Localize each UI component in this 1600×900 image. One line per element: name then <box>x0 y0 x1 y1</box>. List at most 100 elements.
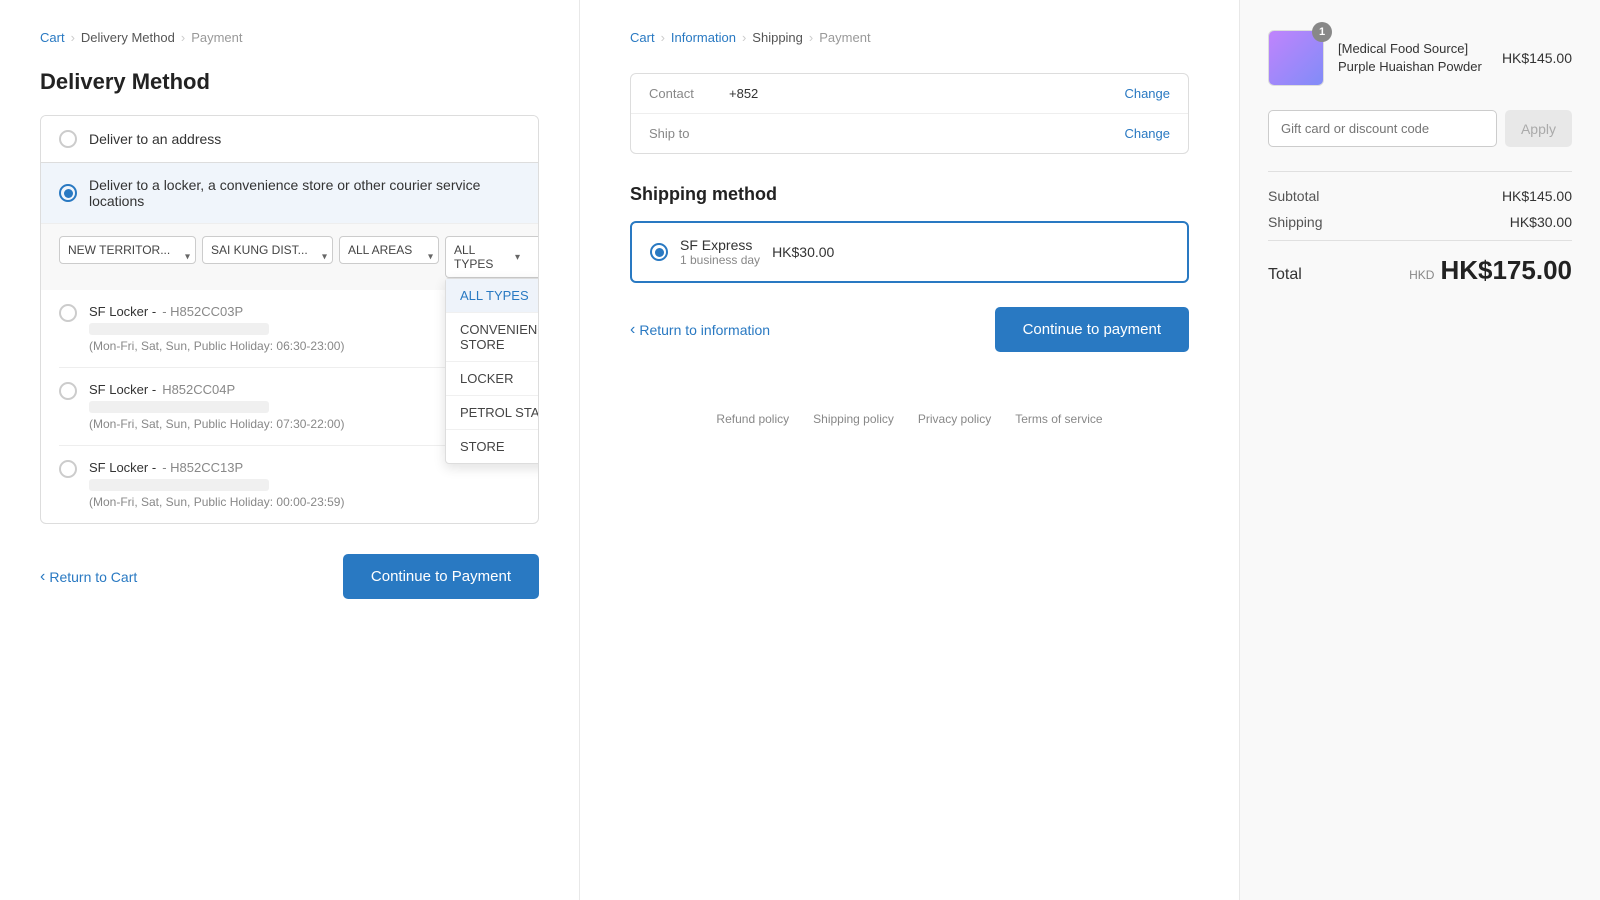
dropdown-item-all-types[interactable]: ALL TYPES <box>446 279 539 313</box>
total-currency: HKD <box>1409 268 1434 282</box>
shipping-label: Shipping <box>1268 214 1323 230</box>
type-dropdown-label: ALL TYPES <box>454 243 509 271</box>
breadcrumb-payment: Payment <box>191 30 242 45</box>
total-label: Total <box>1268 266 1302 284</box>
product-name: [Medical Food Source] Purple Huaishan Po… <box>1338 40 1488 76</box>
area-select[interactable]: ALL AREAS <box>339 236 439 264</box>
total-value-wrap: HKD HK$175.00 <box>1409 255 1572 286</box>
area-select-wrapper: ALL AREAS <box>339 236 439 278</box>
price-summary: Subtotal HK$145.00 Shipping HK$30.00 Tot… <box>1268 171 1572 286</box>
locker-hours-2: (Mon-Fri, Sat, Sun, Public Holiday: 00:0… <box>89 495 520 509</box>
option-locker-label: Deliver to a locker, a convenience store… <box>89 177 520 209</box>
product-price: HK$145.00 <box>1502 50 1572 66</box>
mid-sep1: › <box>661 30 665 45</box>
shipping-policy-link[interactable]: Shipping policy <box>813 412 894 426</box>
locker-address-1 <box>89 401 269 413</box>
type-dropdown-menu: ALL TYPES CONVENIENCE STORE LOCKER PETRO… <box>445 278 539 464</box>
discount-input[interactable] <box>1268 110 1497 147</box>
apply-button[interactable]: Apply <box>1505 110 1572 147</box>
contact-row: Contact +852 Change <box>631 74 1188 114</box>
delivery-options-card: Deliver to an address Deliver to a locke… <box>40 115 539 524</box>
district-select-wrapper: SAI KUNG DIST... <box>202 236 333 278</box>
ship-to-label: Ship to <box>649 126 729 141</box>
shipping-value: HK$30.00 <box>1510 214 1572 230</box>
locker-id-0: - H852CC03P <box>162 304 243 319</box>
breadcrumb-cart[interactable]: Cart <box>40 30 65 45</box>
mid-breadcrumb-information[interactable]: Information <box>671 30 736 45</box>
type-dropdown-trigger[interactable]: ALL TYPES <box>445 236 539 278</box>
contact-label: Contact <box>649 86 729 101</box>
middle-panel: Cart › Information › Shipping › Payment … <box>580 0 1240 900</box>
mid-sep2: › <box>742 30 746 45</box>
mid-breadcrumb-cart[interactable]: Cart <box>630 30 655 45</box>
region-select[interactable]: NEW TERRITOR... <box>59 236 196 264</box>
option-address-label: Deliver to an address <box>89 131 221 147</box>
refund-policy-link[interactable]: Refund policy <box>716 412 789 426</box>
delivery-option-address[interactable]: Deliver to an address <box>41 116 538 163</box>
dropdown-item-convenience-store[interactable]: CONVENIENCE STORE <box>446 313 539 362</box>
radio-locker-0[interactable] <box>59 304 77 322</box>
locker-address-2 <box>89 479 269 491</box>
delivery-option-locker[interactable]: Deliver to a locker, a convenience store… <box>41 163 538 223</box>
radio-locker[interactable] <box>59 184 77 202</box>
radio-locker-2[interactable] <box>59 460 77 478</box>
subtotal-row: Subtotal HK$145.00 <box>1268 188 1572 204</box>
locker-name-text-0: SF Locker - <box>89 304 156 319</box>
shipping-row: Shipping HK$30.00 <box>1268 214 1572 230</box>
change-contact-link[interactable]: Change <box>1124 86 1170 101</box>
breadcrumb-delivery: Delivery Method <box>81 30 175 45</box>
shipping-price: HK$30.00 <box>772 244 834 260</box>
radio-sf-express[interactable] <box>650 243 668 261</box>
district-select[interactable]: SAI KUNG DIST... <box>202 236 333 264</box>
product-qty-badge: 1 <box>1312 22 1332 42</box>
product-image-wrap: 1 <box>1268 30 1324 86</box>
breadcrumb-sep1: › <box>71 30 75 45</box>
radio-address[interactable] <box>59 130 77 148</box>
change-ship-to-link[interactable]: Change <box>1124 126 1170 141</box>
breadcrumb-sep2: › <box>181 30 185 45</box>
discount-row: Apply <box>1268 110 1572 147</box>
mid-sep3: › <box>809 30 813 45</box>
locker-id-2: - H852CC13P <box>162 460 243 475</box>
page-title: Delivery Method <box>40 69 539 95</box>
locker-id-1: H852CC04P <box>162 382 235 397</box>
shipping-details: SF Express 1 business day <box>680 237 760 267</box>
total-amount: HK$175.00 <box>1440 255 1572 286</box>
subtotal-label: Subtotal <box>1268 188 1319 204</box>
locker-address-0 <box>89 323 269 335</box>
shipping-method-title: Shipping method <box>630 184 1189 205</box>
contact-info-table: Contact +852 Change Ship to Change <box>630 73 1189 154</box>
type-dropdown[interactable]: ALL TYPES ALL TYPES CONVENIENCE STORE LO… <box>445 236 539 278</box>
dropdown-item-store[interactable]: STORE <box>446 430 539 463</box>
dropdown-item-petrol-station[interactable]: PETROL STATION <box>446 396 539 430</box>
mid-bottom-nav: Return to information Continue to paymen… <box>630 307 1189 352</box>
privacy-policy-link[interactable]: Privacy policy <box>918 412 991 426</box>
breadcrumb: Cart › Delivery Method › Payment <box>40 30 539 45</box>
mid-breadcrumb: Cart › Information › Shipping › Payment <box>630 30 1189 45</box>
locker-name-text-1: SF Locker - <box>89 382 156 397</box>
locker-name-text-2: SF Locker - <box>89 460 156 475</box>
continue-to-payment-button[interactable]: Continue to Payment <box>343 554 539 599</box>
mid-breadcrumb-payment: Payment <box>819 30 870 45</box>
shipping-days: 1 business day <box>680 253 760 267</box>
shipping-option-sf[interactable]: SF Express 1 business day HK$30.00 <box>630 221 1189 283</box>
region-select-wrapper: NEW TERRITOR... <box>59 236 196 278</box>
total-row: Total HKD HK$175.00 <box>1268 240 1572 286</box>
filter-row: NEW TERRITOR... SAI KUNG DIST... ALL ARE… <box>41 223 538 290</box>
product-row: 1 [Medical Food Source] Purple Huaishan … <box>1268 30 1572 86</box>
return-to-information-link[interactable]: Return to information <box>630 321 770 339</box>
footer-links: Refund policy Shipping policy Privacy po… <box>630 412 1189 426</box>
right-panel: 1 [Medical Food Source] Purple Huaishan … <box>1240 0 1600 900</box>
locker-info-2: SF Locker - - H852CC13P (Mon-Fri, Sat, S… <box>89 460 520 509</box>
ship-to-row: Ship to Change <box>631 114 1188 153</box>
shipping-name: SF Express <box>680 237 760 253</box>
return-to-cart-link[interactable]: Return to Cart <box>40 568 137 586</box>
contact-value: +852 <box>729 86 1124 101</box>
subtotal-value: HK$145.00 <box>1502 188 1572 204</box>
terms-of-service-link[interactable]: Terms of service <box>1015 412 1102 426</box>
dropdown-item-locker[interactable]: LOCKER <box>446 362 539 396</box>
left-panel: Cart › Delivery Method › Payment Deliver… <box>0 0 580 900</box>
mid-breadcrumb-shipping: Shipping <box>752 30 803 45</box>
radio-locker-1[interactable] <box>59 382 77 400</box>
continue-to-payment-mid-button[interactable]: Continue to payment <box>995 307 1189 352</box>
